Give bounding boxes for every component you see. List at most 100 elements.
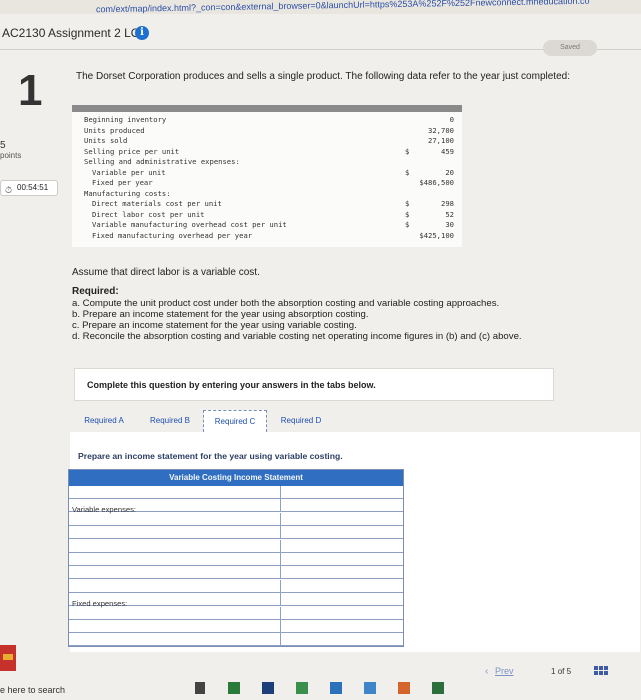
app-icon-2[interactable] [296, 682, 308, 694]
instruction-text: Prepare an income statement for the year… [78, 451, 343, 461]
data-table-row: Variable per unit $20 [72, 168, 462, 177]
connect-logo [0, 645, 16, 671]
page-total: 5 [566, 667, 572, 676]
statement-label-cell[interactable] [69, 526, 281, 539]
tab-required-d[interactable]: Required D [271, 410, 331, 432]
statement-label-cell[interactable] [69, 579, 281, 592]
data-table-row: Beginning inventory 0 [72, 115, 462, 124]
app-icon-3[interactable] [330, 682, 342, 694]
statement-amount-cell[interactable] [281, 607, 403, 619]
statement-section-row: Fixed expenses: [69, 593, 403, 608]
data-table-value: 0 [449, 115, 454, 124]
saved-status-badge: Saved [543, 40, 597, 56]
data-table-row: Variable manufacturing overhead cost per… [72, 220, 462, 229]
statement-amount-cell[interactable] [281, 593, 403, 605]
data-table-dollar: $ [405, 167, 410, 177]
statement-amount-cell[interactable] [281, 526, 403, 538]
income-statement-table: Variable Costing Income Statement Variab… [68, 469, 404, 647]
data-table-value: 298 [441, 199, 454, 208]
statement-amount-cell[interactable] [281, 620, 403, 632]
statement-amount-cell[interactable] [281, 486, 403, 498]
tab-required-c[interactable]: Required C [203, 410, 267, 432]
data-table-label: Direct labor cost per unit [92, 209, 205, 219]
tab-required-a[interactable]: Required A [73, 410, 135, 432]
statement-amount-cell[interactable] [281, 566, 403, 578]
data-table-dollar: $ [405, 209, 410, 219]
data-table-dollar: $ [405, 199, 410, 208]
data-table-value: $486,500 [419, 178, 454, 187]
statement-amount-cell[interactable] [281, 499, 403, 511]
statement-amount-cell[interactable] [281, 580, 403, 592]
statement-section-row: Variable expenses: [69, 499, 403, 514]
photoshop-icon[interactable] [262, 682, 274, 694]
data-table-row: Direct materials cost per unit $298 [72, 199, 462, 208]
statement-label-cell[interactable] [69, 539, 281, 552]
statement-label-cell[interactable] [69, 633, 281, 646]
data-table-value: 30 [445, 220, 454, 229]
data-table-value: 52 [445, 209, 454, 219]
taskbar-search[interactable]: e here to search [0, 685, 65, 695]
statement-amount-cell[interactable] [281, 553, 403, 565]
statement-label-cell[interactable] [69, 620, 281, 632]
timer-value: 00:54:51 [17, 183, 49, 192]
statement-amount-cell[interactable] [281, 633, 403, 645]
data-table-label: Beginning inventory [84, 115, 167, 124]
statement-input-row [69, 553, 403, 566]
data-table-label: Selling and administrative expenses: [84, 157, 240, 166]
assumption-text: Assume that direct labor is a variable c… [72, 267, 260, 278]
statement-label-cell[interactable] [69, 486, 281, 498]
required-item-b: b. Prepare an income statement for the y… [72, 309, 369, 320]
connect-logo-mark [3, 654, 13, 660]
statement-title: Variable Costing Income Statement [69, 470, 403, 486]
data-table-label: Manufacturing costs: [84, 188, 171, 198]
data-table-row: Fixed per year $486,500 [72, 178, 462, 187]
data-table: Beginning inventory 0 Units produced 32,700… [72, 105, 462, 247]
app-icon-1[interactable] [228, 682, 240, 694]
required-list: a. Compute the unit product cost under b… [72, 298, 632, 342]
prev-link[interactable]: Prev [495, 666, 514, 676]
statement-input-row [69, 526, 403, 540]
question-prompt: The Dorset Corporation produces and sell… [76, 71, 570, 82]
app-icon-4[interactable] [364, 682, 376, 694]
data-table-dollar: $ [405, 220, 410, 229]
tab-required-b[interactable]: Required B [139, 410, 201, 432]
points-value: 5 [0, 140, 6, 151]
data-table-label: Units sold [84, 136, 128, 145]
data-table-row: Selling price per unit $459 [72, 147, 462, 156]
statement-input-row [69, 620, 403, 633]
statement-label-cell: Variable expenses: [69, 499, 281, 514]
statement-input-row [69, 539, 403, 553]
data-table-label: Variable manufacturing overhead cost per… [92, 220, 287, 229]
statement-amount-cell[interactable] [281, 540, 403, 552]
page-current: 1 [551, 667, 556, 676]
required-item-c: c. Prepare an income statement for the y… [72, 320, 357, 331]
assignment-title: AC2130 Assignment 2 LO3 [2, 26, 147, 40]
browser-url-bar[interactable]: com/ext/map/index.html?_con=con&external… [0, 0, 641, 14]
data-table-row: Selling and administrative expenses: [72, 157, 462, 166]
statement-amount-cell[interactable] [281, 513, 403, 525]
statement-label-cell[interactable] [69, 512, 281, 525]
statement-input-row [69, 566, 403, 580]
app-icon-5[interactable] [398, 682, 410, 694]
data-table-value: 27,100 [428, 136, 454, 145]
statement-label-cell[interactable] [69, 606, 281, 619]
statement-label-cell[interactable] [69, 566, 281, 579]
data-table-value: 20 [445, 167, 454, 177]
task-view-icon[interactable] [195, 682, 205, 694]
info-icon[interactable]: i [135, 26, 149, 40]
data-table-dollar: $ [405, 146, 410, 156]
required-tabs: Required A Required B Required C Require… [73, 410, 473, 432]
statement-label-cell: Fixed expenses: [69, 593, 281, 608]
data-table-label: Selling price per unit [84, 146, 180, 156]
data-table-label: Fixed per year [92, 178, 153, 187]
data-table-label: Direct materials cost per unit [92, 199, 222, 208]
data-table-row: Units sold 27,100 [72, 136, 462, 145]
statement-label-cell[interactable] [69, 553, 281, 565]
page-of: of [557, 667, 565, 676]
required-item-a: a. Compute the unit product cost under b… [72, 298, 500, 309]
data-table-row: Direct labor cost per unit $52 [72, 210, 462, 219]
taskbar: e here to search [0, 676, 641, 700]
excel-icon[interactable] [432, 682, 444, 694]
data-table-row: Units produced 32,700 [72, 126, 462, 135]
data-table-value: $425,100 [419, 230, 454, 240]
